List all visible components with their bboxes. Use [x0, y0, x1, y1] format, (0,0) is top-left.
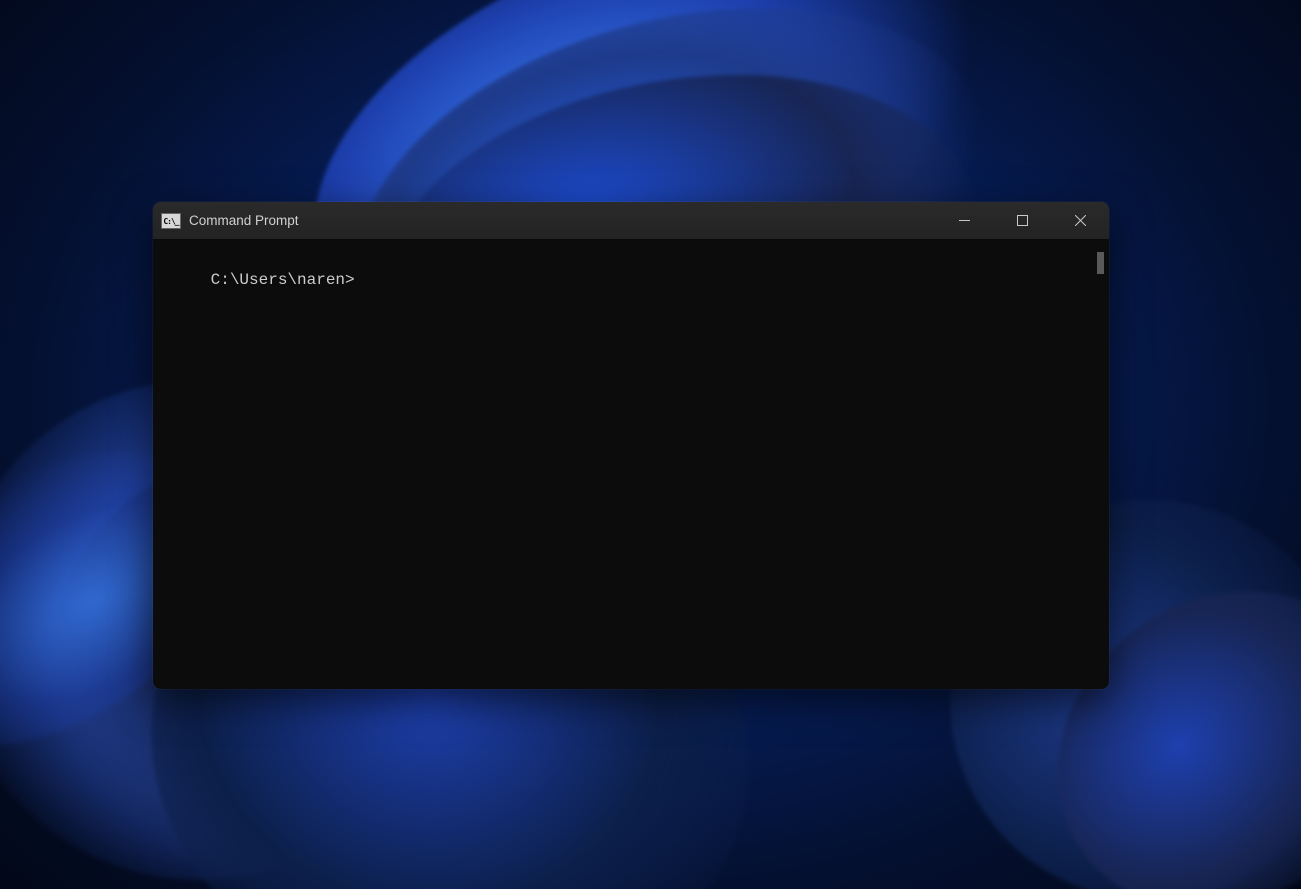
- minimize-icon: [959, 215, 970, 226]
- cmd-icon: C:\_: [161, 213, 181, 229]
- terminal-body[interactable]: C:\Users\naren>: [153, 240, 1109, 689]
- window-title: Command Prompt: [189, 213, 935, 228]
- close-icon: [1075, 215, 1086, 226]
- terminal-prompt: C:\Users\naren>: [211, 271, 355, 289]
- terminal-scrollbar[interactable]: [1092, 252, 1109, 689]
- scrollbar-thumb[interactable]: [1097, 252, 1104, 274]
- titlebar[interactable]: C:\_ Command Prompt: [153, 202, 1109, 240]
- window-controls: [935, 202, 1109, 239]
- close-button[interactable]: [1051, 202, 1109, 239]
- command-prompt-window: C:\_ Command Prompt C:\Users\naren>: [153, 202, 1109, 689]
- maximize-icon: [1017, 215, 1028, 226]
- maximize-button[interactable]: [993, 202, 1051, 239]
- minimize-button[interactable]: [935, 202, 993, 239]
- terminal-content: C:\Users\naren>: [153, 252, 1092, 689]
